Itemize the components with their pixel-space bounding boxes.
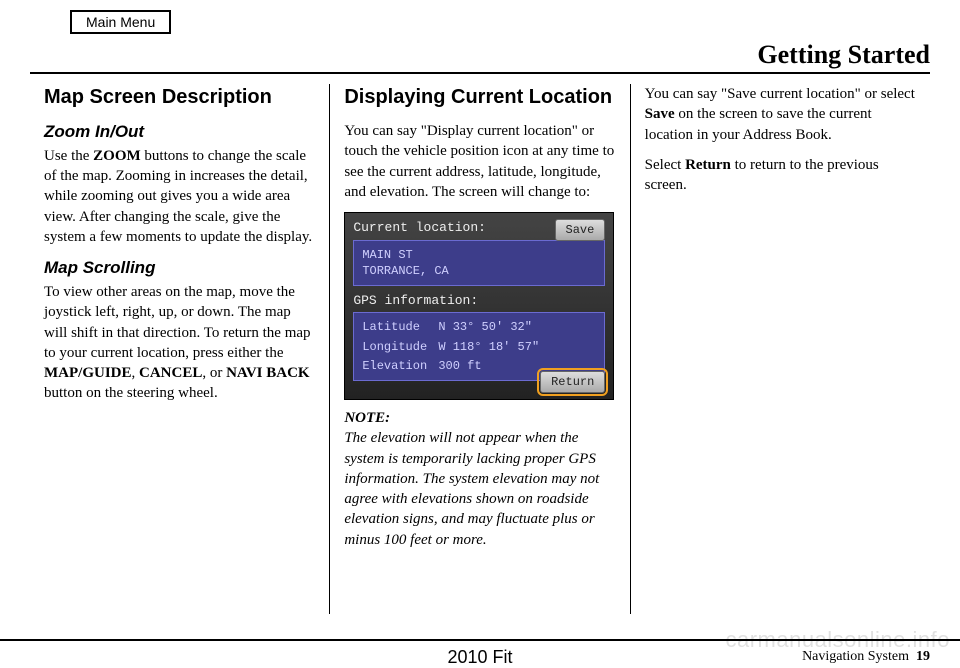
bold-cancel: CANCEL [139,365,202,381]
gps-save-button: Save [555,219,606,241]
gps-lon-value: W 118° 18' 57" [438,339,596,355]
bold-zoom: ZOOM [93,148,141,164]
text: To view other areas on the map, move the… [44,284,311,361]
gps-ele-label: Elevation [362,358,432,374]
heading-map-scrolling: Map Scrolling [44,257,315,280]
text: button on the steering wheel. [44,385,218,401]
heading-displaying-current-location: Displaying Current Location [344,84,615,111]
gps-address-line2: TORRANCE, CA [362,263,596,279]
main-menu-button[interactable]: Main Menu [70,10,171,34]
column-3: You can say "Save current location" or s… [630,84,930,614]
text: Select [645,157,685,173]
manual-page: Main Menu Getting Started Map Screen Des… [0,0,960,655]
gps-lat-label: Latitude [362,319,432,335]
gps-address-line1: MAIN ST [362,247,596,263]
text: on the screen to save the current locati… [645,106,872,142]
section-title: Getting Started [30,40,930,74]
gps-address-box: MAIN ST TORRANCE, CA [353,240,605,286]
bold-mapguide: MAP/GUIDE [44,365,132,381]
gps-screen-illustration: Save Current location: MAIN ST TORRANCE,… [344,212,614,400]
watermark: carmanualsonline.info [725,627,950,653]
paragraph-zoom: Use the ZOOM buttons to change the scale… [44,146,315,247]
column-1: Map Screen Description Zoom In/Out Use t… [30,84,329,614]
main-menu-container: Main Menu [30,10,930,34]
heading-zoom-in-out: Zoom In/Out [44,121,315,144]
bold-return: Return [685,157,731,173]
paragraph-save-location: You can say "Save current location" or s… [645,84,916,145]
paragraph-scrolling: To view other areas on the map, move the… [44,282,315,404]
text: , or [202,365,226,381]
gps-lon-label: Longitude [362,339,432,355]
gps-information-label: GPS information: [353,292,605,310]
content-columns: Map Screen Description Zoom In/Out Use t… [30,84,930,614]
text: , [132,365,140,381]
gps-return-button: Return [540,371,605,393]
column-2: Displaying Current Location You can say … [329,84,629,614]
bold-naviback: NAVI BACK [226,365,310,381]
text: You can say "Save current location" or s… [645,86,915,102]
paragraph-display-intro: You can say "Display current location" o… [344,121,615,202]
paragraph-return: Select Return to return to the previous … [645,155,916,196]
gps-lat-value: N 33° 50' 32" [438,319,596,335]
bold-save: Save [645,106,675,122]
note-label: NOTE: [344,408,615,428]
text: Use the [44,148,93,164]
heading-map-screen-description: Map Screen Description [44,84,315,111]
footer-model: 2010 Fit [447,647,512,668]
note-body: The elevation will not appear when the s… [344,428,615,550]
